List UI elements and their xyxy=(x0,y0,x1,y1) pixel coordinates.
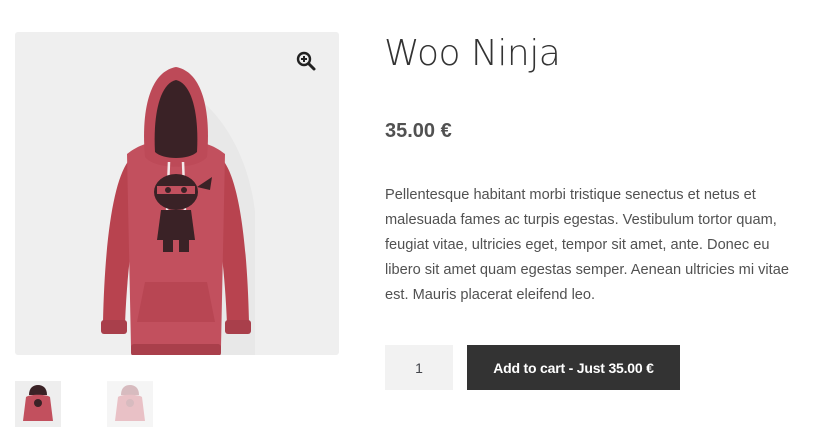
add-to-cart-button[interactable]: Add to cart - Just 35.00 € xyxy=(467,345,680,390)
product-page: Woo Ninja 35.00 € Pellentesque habitant … xyxy=(0,0,819,430)
gallery-thumbnails xyxy=(15,381,339,428)
zoom-in-icon[interactable] xyxy=(295,50,317,72)
product-price: 35.00 € xyxy=(385,120,452,142)
quantity-input[interactable] xyxy=(385,345,453,390)
hoodie-thumbnail-pink-icon[interactable] xyxy=(107,381,153,427)
product-title: Woo Ninja xyxy=(384,33,561,74)
hoodie-thumbnail-red-icon[interactable] xyxy=(15,381,61,427)
hoodie-image xyxy=(97,62,255,355)
product-description: Pellentesque habitant morbi tristique se… xyxy=(385,187,789,303)
product-main-image[interactable] xyxy=(15,32,339,355)
